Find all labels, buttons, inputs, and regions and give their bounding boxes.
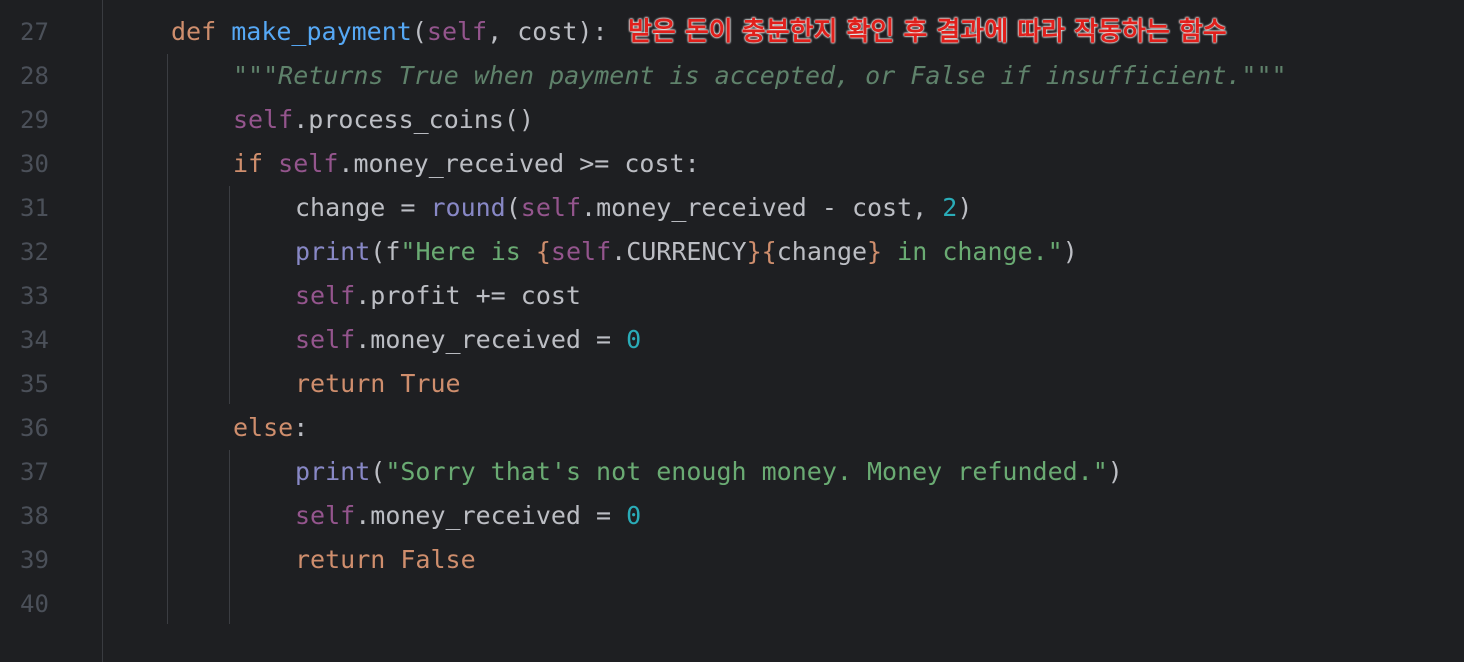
punct: ( xyxy=(370,457,386,486)
line-number: 28 xyxy=(20,62,49,90)
string-literal: "Sorry that's not enough money. Money re… xyxy=(385,457,1108,486)
code-text: change = round(self.money_received - cos… xyxy=(295,186,972,230)
code-text: """Returns True when payment is accepted… xyxy=(233,54,1287,98)
code-line[interactable]: 30 if self.money_received >= cost: xyxy=(0,142,1464,186)
code-rest: .money_received >= cost: xyxy=(338,149,700,178)
bool-literal: False xyxy=(400,545,476,574)
punct: ) xyxy=(957,193,973,222)
code-line[interactable]: 31 change = round(self.money_received - … xyxy=(0,186,1464,230)
self-keyword: self xyxy=(295,501,356,530)
line-number: 38 xyxy=(20,502,49,530)
line-number: 33 xyxy=(20,282,49,310)
builtin-function: print xyxy=(295,457,371,486)
code-line[interactable]: 39 return False xyxy=(0,538,1464,582)
function-name: make_payment xyxy=(231,17,412,46)
code-rest: , cost): xyxy=(487,17,608,46)
string-literal: "Here is xyxy=(400,237,536,266)
line-number: 27 xyxy=(20,18,49,46)
docstring: """Returns True when payment is accepted… xyxy=(233,61,1287,90)
fstring-brace: { xyxy=(535,237,551,266)
punct: ) xyxy=(1062,237,1078,266)
code-line[interactable]: 29 self.process_coins() xyxy=(0,98,1464,142)
punct: ( xyxy=(505,193,521,222)
self-keyword: self xyxy=(233,105,294,134)
code-line[interactable]: 36 else: xyxy=(0,406,1464,450)
code-text: return True xyxy=(295,362,461,406)
code-line[interactable]: 34 self.money_received = 0 xyxy=(0,318,1464,362)
keyword: if xyxy=(233,149,264,178)
number-literal: 0 xyxy=(626,501,642,530)
number-literal: 2 xyxy=(942,193,958,222)
punct: ( xyxy=(370,237,386,266)
code-text: else: xyxy=(233,406,308,450)
code-text: self.profit += cost xyxy=(295,274,581,318)
code-text: if self.money_received >= cost: xyxy=(233,142,700,186)
punct: : xyxy=(293,413,309,442)
builtin-function: round xyxy=(430,193,506,222)
fstring-prefix: f xyxy=(385,237,401,266)
code-text: self.process_coins() xyxy=(233,98,534,142)
number-literal: 0 xyxy=(626,325,642,354)
code-text: print(f"Here is {self.CURRENCY}{change} … xyxy=(295,230,1078,274)
fstring-brace: { xyxy=(761,237,777,266)
line-number: 40 xyxy=(20,590,49,618)
self-keyword: self xyxy=(278,149,339,178)
code-rest: .process_coins() xyxy=(293,105,535,134)
punct: ) xyxy=(1107,457,1123,486)
line-number: 37 xyxy=(20,458,49,486)
korean-annotation: 받은 돈이 충분한지 확인 후 결과에 따라 작동하는 함수 xyxy=(628,17,1227,47)
keyword: return xyxy=(295,545,386,574)
code-line[interactable]: 35 return True xyxy=(0,362,1464,406)
fstring-brace: } xyxy=(746,237,762,266)
code-text: self.money_received = 0 xyxy=(295,318,641,362)
keyword: return xyxy=(295,369,386,398)
bool-literal: True xyxy=(400,369,461,398)
code-editor[interactable]: 27 def make_payment(self, cost): 받은 돈이 충… xyxy=(0,0,1464,662)
line-number: 35 xyxy=(20,370,49,398)
code-line[interactable]: 32 print(f"Here is {self.CURRENCY}{chang… xyxy=(0,230,1464,274)
string-literal: in change." xyxy=(882,237,1063,266)
line-number: 36 xyxy=(20,414,49,442)
self-keyword: self xyxy=(295,325,356,354)
code-line[interactable]: 33 self.profit += cost xyxy=(0,274,1464,318)
punct: ( xyxy=(411,17,427,46)
code-text: return False xyxy=(295,538,476,582)
code-line[interactable]: 40 xyxy=(0,582,1464,626)
variable: change xyxy=(776,237,868,266)
line-number: 39 xyxy=(20,546,49,574)
code-rest: .CURRENCY xyxy=(611,237,747,266)
code-rest: change = xyxy=(295,193,431,222)
keyword: else xyxy=(233,413,294,442)
code-text: self.money_received = 0 xyxy=(295,494,641,538)
code-rest: .profit += cost xyxy=(355,281,581,310)
code-text: print("Sorry that's not enough money. Mo… xyxy=(295,450,1123,494)
line-number: 29 xyxy=(20,106,49,134)
code-text: def make_payment(self, cost): xyxy=(171,10,608,54)
line-number: 31 xyxy=(20,194,49,222)
code-rest: .money_received - cost, xyxy=(581,193,943,222)
code-rest: .money_received = xyxy=(355,325,627,354)
fstring-brace: } xyxy=(867,237,883,266)
code-line[interactable]: 38 self.money_received = 0 xyxy=(0,494,1464,538)
self-keyword: self xyxy=(550,237,612,266)
keyword: def xyxy=(171,17,217,46)
code-rest: .money_received = xyxy=(355,501,627,530)
self-keyword: self xyxy=(426,17,488,46)
line-number: 34 xyxy=(20,326,49,354)
line-number: 32 xyxy=(20,238,49,266)
builtin-function: print xyxy=(295,237,371,266)
self-keyword: self xyxy=(520,193,582,222)
code-line[interactable]: 37 print("Sorry that's not enough money.… xyxy=(0,450,1464,494)
line-number: 30 xyxy=(20,150,49,178)
code-line[interactable]: 28 """Returns True when payment is accep… xyxy=(0,54,1464,98)
self-keyword: self xyxy=(295,281,356,310)
